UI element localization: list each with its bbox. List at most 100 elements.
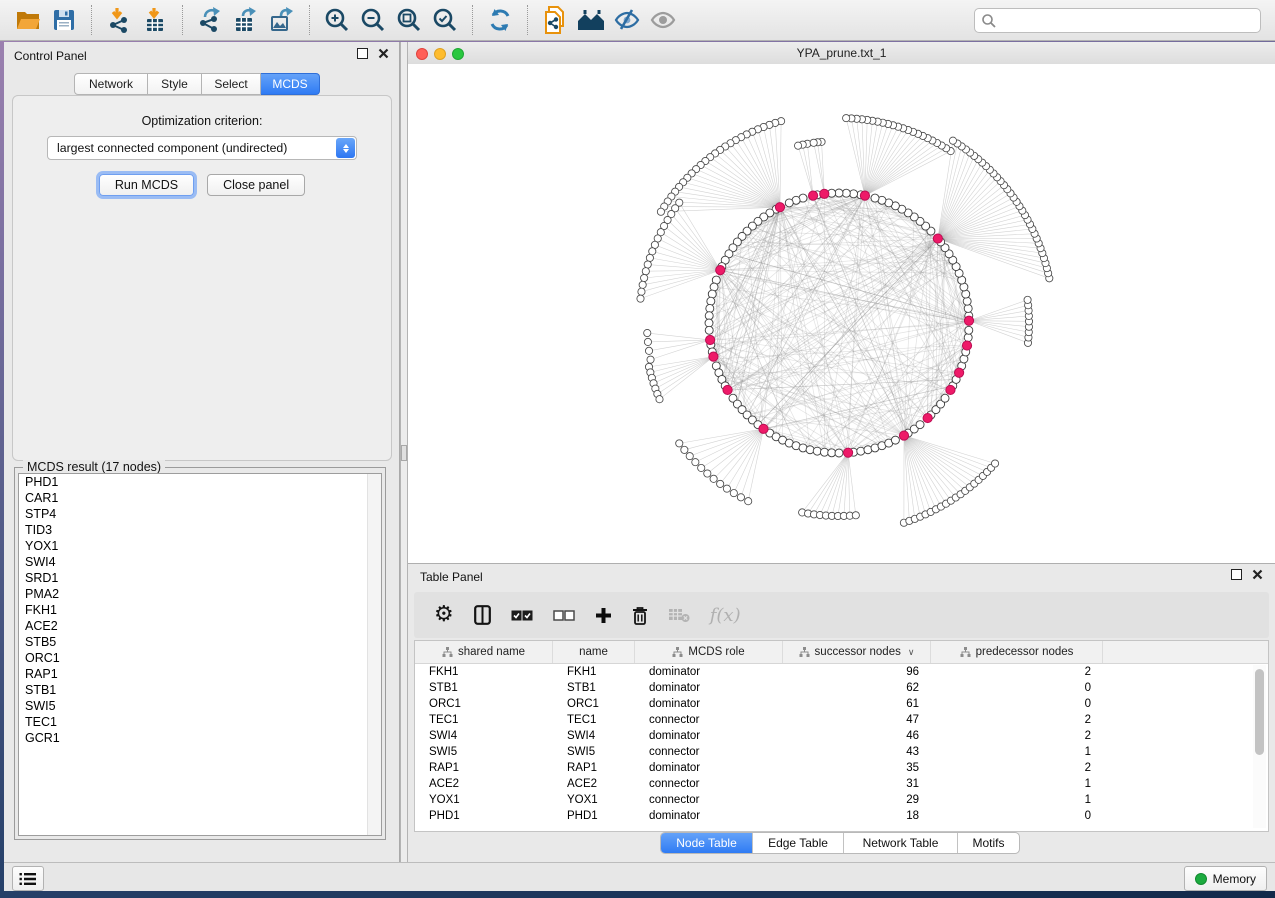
float-icon[interactable] xyxy=(357,48,368,59)
mcds-result-list[interactable]: PHD1CAR1STP4TID3YOX1SWI4SRD1PMA2FKH1ACE2… xyxy=(18,473,382,836)
gear-icon[interactable]: ⚙ xyxy=(434,602,454,628)
mcds-result-item[interactable]: ORC1 xyxy=(19,650,381,666)
memory-button[interactable]: Memory xyxy=(1184,866,1267,891)
import-table-icon[interactable] xyxy=(140,5,170,35)
column-header-successor-nodes[interactable]: successor nodes∨ xyxy=(783,641,931,663)
zoom-in-icon[interactable] xyxy=(322,5,352,35)
mcds-result-item[interactable]: STB1 xyxy=(19,682,381,698)
tab-select[interactable]: Select xyxy=(202,73,261,95)
function-icon: f(x) xyxy=(710,602,741,628)
column-header-name[interactable]: name xyxy=(553,641,635,663)
cell-shared_name: SWI5 xyxy=(415,744,553,760)
tab-style[interactable]: Style xyxy=(148,73,202,95)
column-header-predecessor-nodes[interactable]: predecessor nodes xyxy=(931,641,1103,663)
close-icon[interactable] xyxy=(1252,569,1263,580)
mcds-result-item[interactable]: YOX1 xyxy=(19,538,381,554)
zoom-selected-icon[interactable] xyxy=(430,5,460,35)
mcds-result-item[interactable]: SWI4 xyxy=(19,554,381,570)
cell-predecessor_nodes: 2 xyxy=(931,760,1103,776)
node-table[interactable]: shared namenameMCDS rolesuccessor nodes∨… xyxy=(414,640,1269,832)
table-body: FKH1FKH1dominator962STB1STB1dominator620… xyxy=(415,664,1268,824)
mcds-result-item[interactable]: RAP1 xyxy=(19,666,381,682)
table-row[interactable]: FKH1FKH1dominator962 xyxy=(415,664,1268,680)
add-icon[interactable] xyxy=(595,602,612,628)
cell-predecessor_nodes: 2 xyxy=(931,728,1103,744)
cell-shared_name: PHD1 xyxy=(415,808,553,824)
table-panel-title: Table Panel xyxy=(420,570,483,584)
search-icon xyxy=(981,13,997,29)
table-row[interactable]: TEC1TEC1connector472 xyxy=(415,712,1268,728)
mcds-result-item[interactable]: ACE2 xyxy=(19,618,381,634)
mcds-result-item[interactable]: TEC1 xyxy=(19,714,381,730)
search-field[interactable] xyxy=(974,8,1261,33)
close-icon[interactable] xyxy=(378,48,389,59)
control-panel: Control Panel NetworkStyleSelectMCDS Opt… xyxy=(4,42,400,862)
close-panel-button[interactable]: Close panel xyxy=(207,174,305,196)
criterion-value: largest connected component (undirected) xyxy=(48,141,336,155)
tab-edge-table[interactable]: Edge Table xyxy=(753,833,844,853)
import-network-icon[interactable] xyxy=(104,5,134,35)
table-row[interactable]: RAP1RAP1dominator352 xyxy=(415,760,1268,776)
hide-eye-icon[interactable] xyxy=(612,5,642,35)
table-row[interactable]: SWI5SWI5connector431 xyxy=(415,744,1268,760)
open-folder-icon[interactable] xyxy=(13,5,43,35)
splitter-grip[interactable] xyxy=(401,445,407,461)
table-row[interactable]: ACE2ACE2connector311 xyxy=(415,776,1268,792)
table-row[interactable]: YOX1YOX1connector291 xyxy=(415,792,1268,808)
mcds-result-item[interactable]: GCR1 xyxy=(19,730,381,746)
network-overview-icon[interactable] xyxy=(576,5,606,35)
tab-network[interactable]: Network xyxy=(74,73,148,95)
task-history-button[interactable] xyxy=(12,866,44,891)
run-mcds-button[interactable]: Run MCDS xyxy=(99,174,194,196)
cell-name: PHD1 xyxy=(553,808,635,824)
clone-network-icon[interactable] xyxy=(540,5,570,35)
search-input[interactable] xyxy=(997,13,1260,29)
mcds-list-scrollbar[interactable] xyxy=(367,474,381,835)
mcds-result-item[interactable]: PHD1 xyxy=(19,474,381,490)
mcds-result-item[interactable]: STP4 xyxy=(19,506,381,522)
mcds-result-item[interactable]: SRD1 xyxy=(19,570,381,586)
network-window: YPA_prune.txt_1 xyxy=(408,42,1275,563)
column-header-MCDS-role[interactable]: MCDS role xyxy=(635,641,783,663)
show-eye-icon[interactable] xyxy=(648,5,678,35)
select-all-icon[interactable] xyxy=(511,602,533,628)
table-scrollbar-thumb[interactable] xyxy=(1255,669,1264,755)
export-image-icon[interactable] xyxy=(267,5,297,35)
columns-icon[interactable] xyxy=(474,602,491,628)
network-title: YPA_prune.txt_1 xyxy=(408,46,1275,60)
tab-network-table[interactable]: Network Table xyxy=(844,833,958,853)
network-graph[interactable] xyxy=(408,64,1275,563)
table-row[interactable]: PHD1PHD1dominator180 xyxy=(415,808,1268,824)
mcds-result-item[interactable]: SWI5 xyxy=(19,698,381,714)
table-row[interactable]: ORC1ORC1dominator610 xyxy=(415,696,1268,712)
table-row[interactable]: STB1STB1dominator620 xyxy=(415,680,1268,696)
mcds-result-item[interactable]: TID3 xyxy=(19,522,381,538)
export-table-icon[interactable] xyxy=(231,5,261,35)
tab-mcds[interactable]: MCDS xyxy=(261,73,320,95)
zoom-fit-icon[interactable] xyxy=(394,5,424,35)
criterion-dropdown[interactable]: largest connected component (undirected) xyxy=(47,136,357,160)
save-icon[interactable] xyxy=(49,5,79,35)
mcds-result-item[interactable]: CAR1 xyxy=(19,490,381,506)
cell-name: ORC1 xyxy=(553,696,635,712)
delete-icon[interactable] xyxy=(632,602,648,628)
cell-successor_nodes: 31 xyxy=(783,776,931,792)
mcds-result-item[interactable]: PMA2 xyxy=(19,586,381,602)
tab-motifs[interactable]: Motifs xyxy=(958,833,1019,853)
mcds-result-item[interactable]: STB5 xyxy=(19,634,381,650)
table-row[interactable]: SWI4SWI4dominator462 xyxy=(415,728,1268,744)
column-header-shared-name[interactable]: shared name xyxy=(415,641,553,663)
export-network-icon[interactable] xyxy=(195,5,225,35)
toolbar-separator xyxy=(527,5,528,35)
refresh-icon[interactable] xyxy=(485,5,515,35)
network-canvas[interactable] xyxy=(408,64,1275,563)
cell-successor_nodes: 18 xyxy=(783,808,931,824)
zoom-out-icon[interactable] xyxy=(358,5,388,35)
cell-shared_name: YOX1 xyxy=(415,792,553,808)
table-scrollbar[interactable] xyxy=(1253,665,1266,828)
panel-splitter[interactable] xyxy=(400,42,408,862)
tab-node-table[interactable]: Node Table xyxy=(661,833,753,853)
float-icon[interactable] xyxy=(1231,569,1242,580)
mcds-result-item[interactable]: FKH1 xyxy=(19,602,381,618)
deselect-all-icon[interactable] xyxy=(553,602,575,628)
